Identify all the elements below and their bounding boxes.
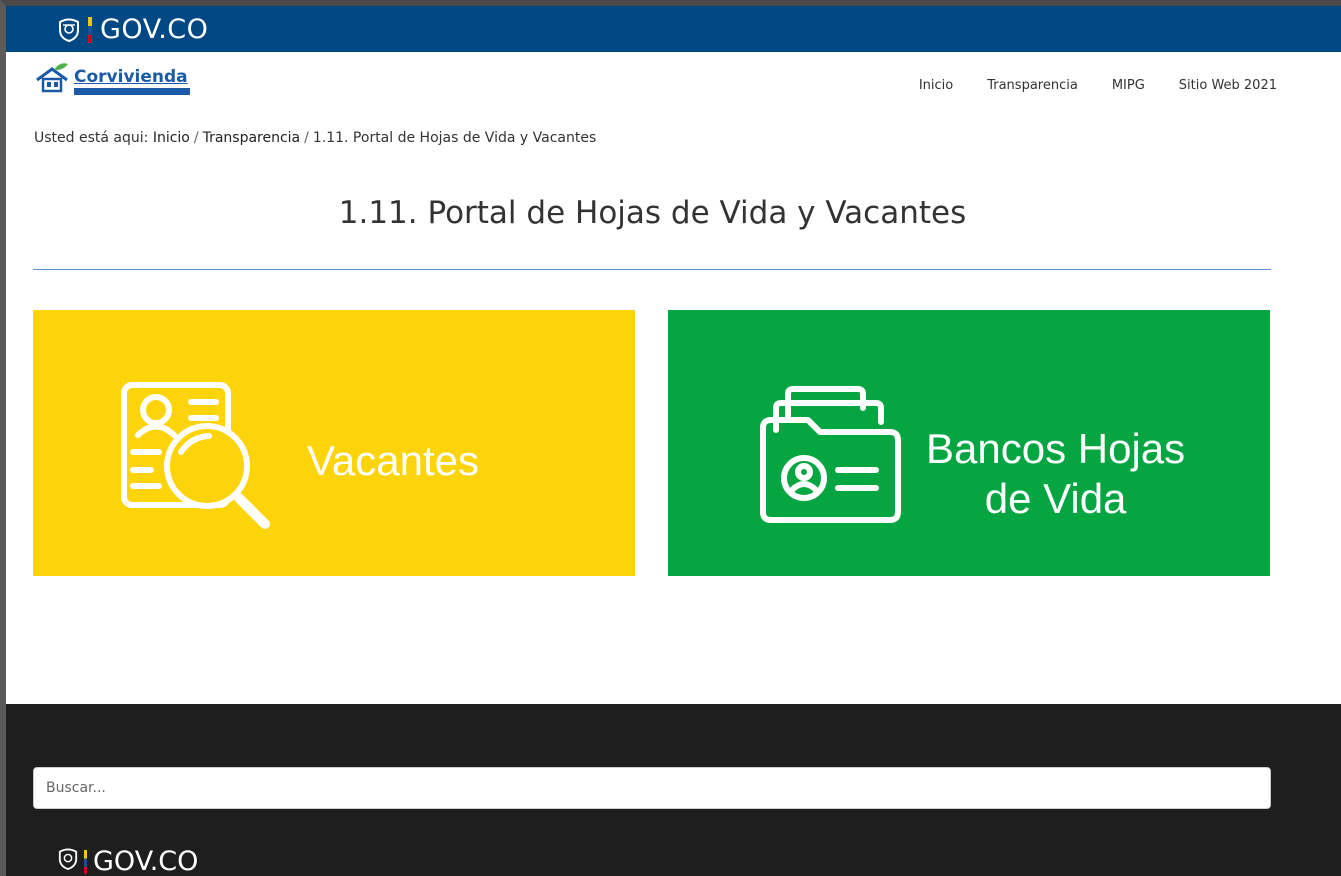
breadcrumb-separator: /: [193, 130, 199, 146]
brand-name: Corvivienda: [74, 66, 188, 87]
vacantes-card[interactable]: Vacantes: [33, 310, 635, 576]
bancos-label-line1: Bancos Hojas: [926, 425, 1186, 472]
bancos-label-line2: de Vida: [984, 475, 1127, 523]
resume-folder-icon: [758, 386, 908, 531]
site-header: Corvivienda Inicio Transparencia MIPG Si…: [6, 52, 1341, 122]
nav-transparencia[interactable]: Transparencia: [987, 78, 1078, 93]
vacantes-label: Vacantes: [307, 437, 479, 484]
corvivienda-logo-link[interactable]: Corvivienda: [34, 62, 190, 99]
breadcrumb: Usted está aqui: Inicio / Transparencia/1.…: [34, 130, 596, 146]
candidate-search-icon: [121, 382, 281, 537]
nav-inicio[interactable]: Inicio: [919, 78, 953, 93]
gov-co-text: GOV.CO: [100, 14, 209, 45]
gov-co-logo-link[interactable]: GOV.CO: [58, 14, 208, 45]
breadcrumb-separator: /: [304, 130, 309, 146]
search-input[interactable]: [33, 767, 1271, 809]
footer-gov-co-text: GOV.CO: [93, 846, 199, 876]
breadcrumb-prefix: Usted está aqui:: [34, 130, 149, 146]
title-divider: [33, 269, 1271, 270]
footer-gov-co-logo-link[interactable]: GOV.CO: [58, 846, 198, 876]
breadcrumb-inicio[interactable]: Inicio: [153, 130, 190, 146]
brand-tagline-bar: [74, 87, 190, 95]
house-logo-icon: [34, 62, 70, 99]
gov-flag-separator: [84, 849, 87, 874]
nav-sitio-web-2021[interactable]: Sitio Web 2021: [1179, 78, 1277, 93]
footer: GOV.CO: [6, 704, 1341, 876]
bancos-hojas-de-vida-card[interactable]: Bancos Hojas de Vida: [668, 310, 1270, 576]
breadcrumb-current: 1.11. Portal de Hojas de Vida y Vacantes: [312, 130, 597, 146]
gov-bar: GOV.CO: [6, 6, 1341, 52]
colombia-shield-icon: [58, 18, 80, 42]
page-title: 1.11. Portal de Hojas de Vida y Vacantes: [338, 195, 967, 231]
bancos-hojas-de-vida-label: Bancos Hojas de Vida: [926, 424, 1185, 525]
colombia-shield-icon: [58, 848, 78, 875]
breadcrumb-transparencia[interactable]: Transparencia: [203, 130, 301, 146]
top-navigation: Inicio Transparencia MIPG Sitio Web 2021: [919, 78, 1277, 93]
nav-mipg[interactable]: MIPG: [1112, 78, 1145, 93]
gov-flag-separator: [88, 16, 92, 43]
